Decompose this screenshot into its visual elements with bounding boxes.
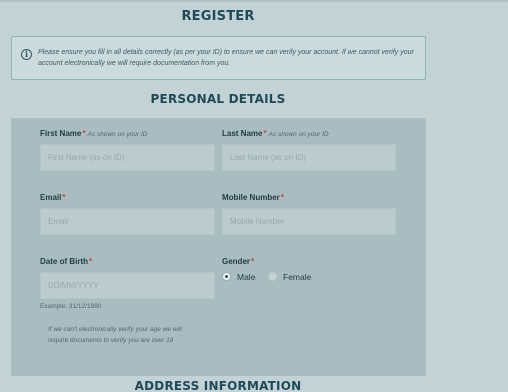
info-icon: i bbox=[21, 49, 32, 60]
gender-label-text: Gender bbox=[222, 257, 251, 266]
mobile-number-label: Mobile Number* bbox=[222, 193, 284, 202]
required-marker: * bbox=[62, 193, 66, 202]
required-marker: * bbox=[82, 129, 86, 138]
gender-female-label[interactable]: Female bbox=[283, 272, 311, 282]
first-name-label: First Name* As shown on your ID bbox=[40, 129, 147, 138]
gender-male-label[interactable]: Male bbox=[237, 272, 255, 282]
gender-male-radio[interactable] bbox=[222, 272, 231, 281]
mobile-number-input[interactable] bbox=[222, 208, 396, 235]
email-label: Email* bbox=[40, 193, 65, 202]
gender-label: Gender* bbox=[222, 257, 254, 266]
last-name-label: Last Name* As shown on your ID bbox=[222, 129, 329, 138]
email-input[interactable] bbox=[40, 208, 215, 235]
date-of-birth-label: Date of Birth* bbox=[40, 257, 92, 266]
required-marker: * bbox=[89, 257, 93, 266]
date-of-birth-input[interactable] bbox=[40, 272, 215, 299]
top-divider bbox=[0, 0, 508, 2]
date-of-birth-label-text: Date of Birth bbox=[40, 257, 88, 266]
required-marker: * bbox=[280, 193, 284, 202]
first-name-label-text: First Name bbox=[40, 129, 82, 138]
required-marker: * bbox=[251, 257, 255, 266]
first-name-hint: As shown on your ID bbox=[87, 131, 148, 138]
info-text: Please ensure you fill in all details co… bbox=[38, 49, 414, 67]
first-name-input[interactable] bbox=[40, 144, 215, 171]
mobile-number-label-text: Mobile Number bbox=[222, 193, 280, 202]
page-title: REGISTER bbox=[181, 9, 255, 24]
last-name-input[interactable] bbox=[222, 144, 396, 171]
address-information-heading: ADDRESS INFORMATION bbox=[134, 379, 302, 392]
email-label-text: Email bbox=[40, 193, 62, 202]
required-marker: * bbox=[263, 129, 267, 138]
last-name-hint: As shown on your ID bbox=[268, 131, 329, 138]
date-of-birth-example: Example: 31/12/1990 bbox=[40, 303, 102, 310]
gender-female-radio[interactable] bbox=[268, 272, 277, 281]
last-name-label-text: Last Name bbox=[222, 129, 263, 138]
personal-details-heading: PERSONAL DETAILS bbox=[150, 92, 286, 106]
info-notice: i Please ensure you fill in all details … bbox=[11, 36, 426, 80]
age-verification-note: If we can't electronically verify your a… bbox=[48, 326, 182, 344]
